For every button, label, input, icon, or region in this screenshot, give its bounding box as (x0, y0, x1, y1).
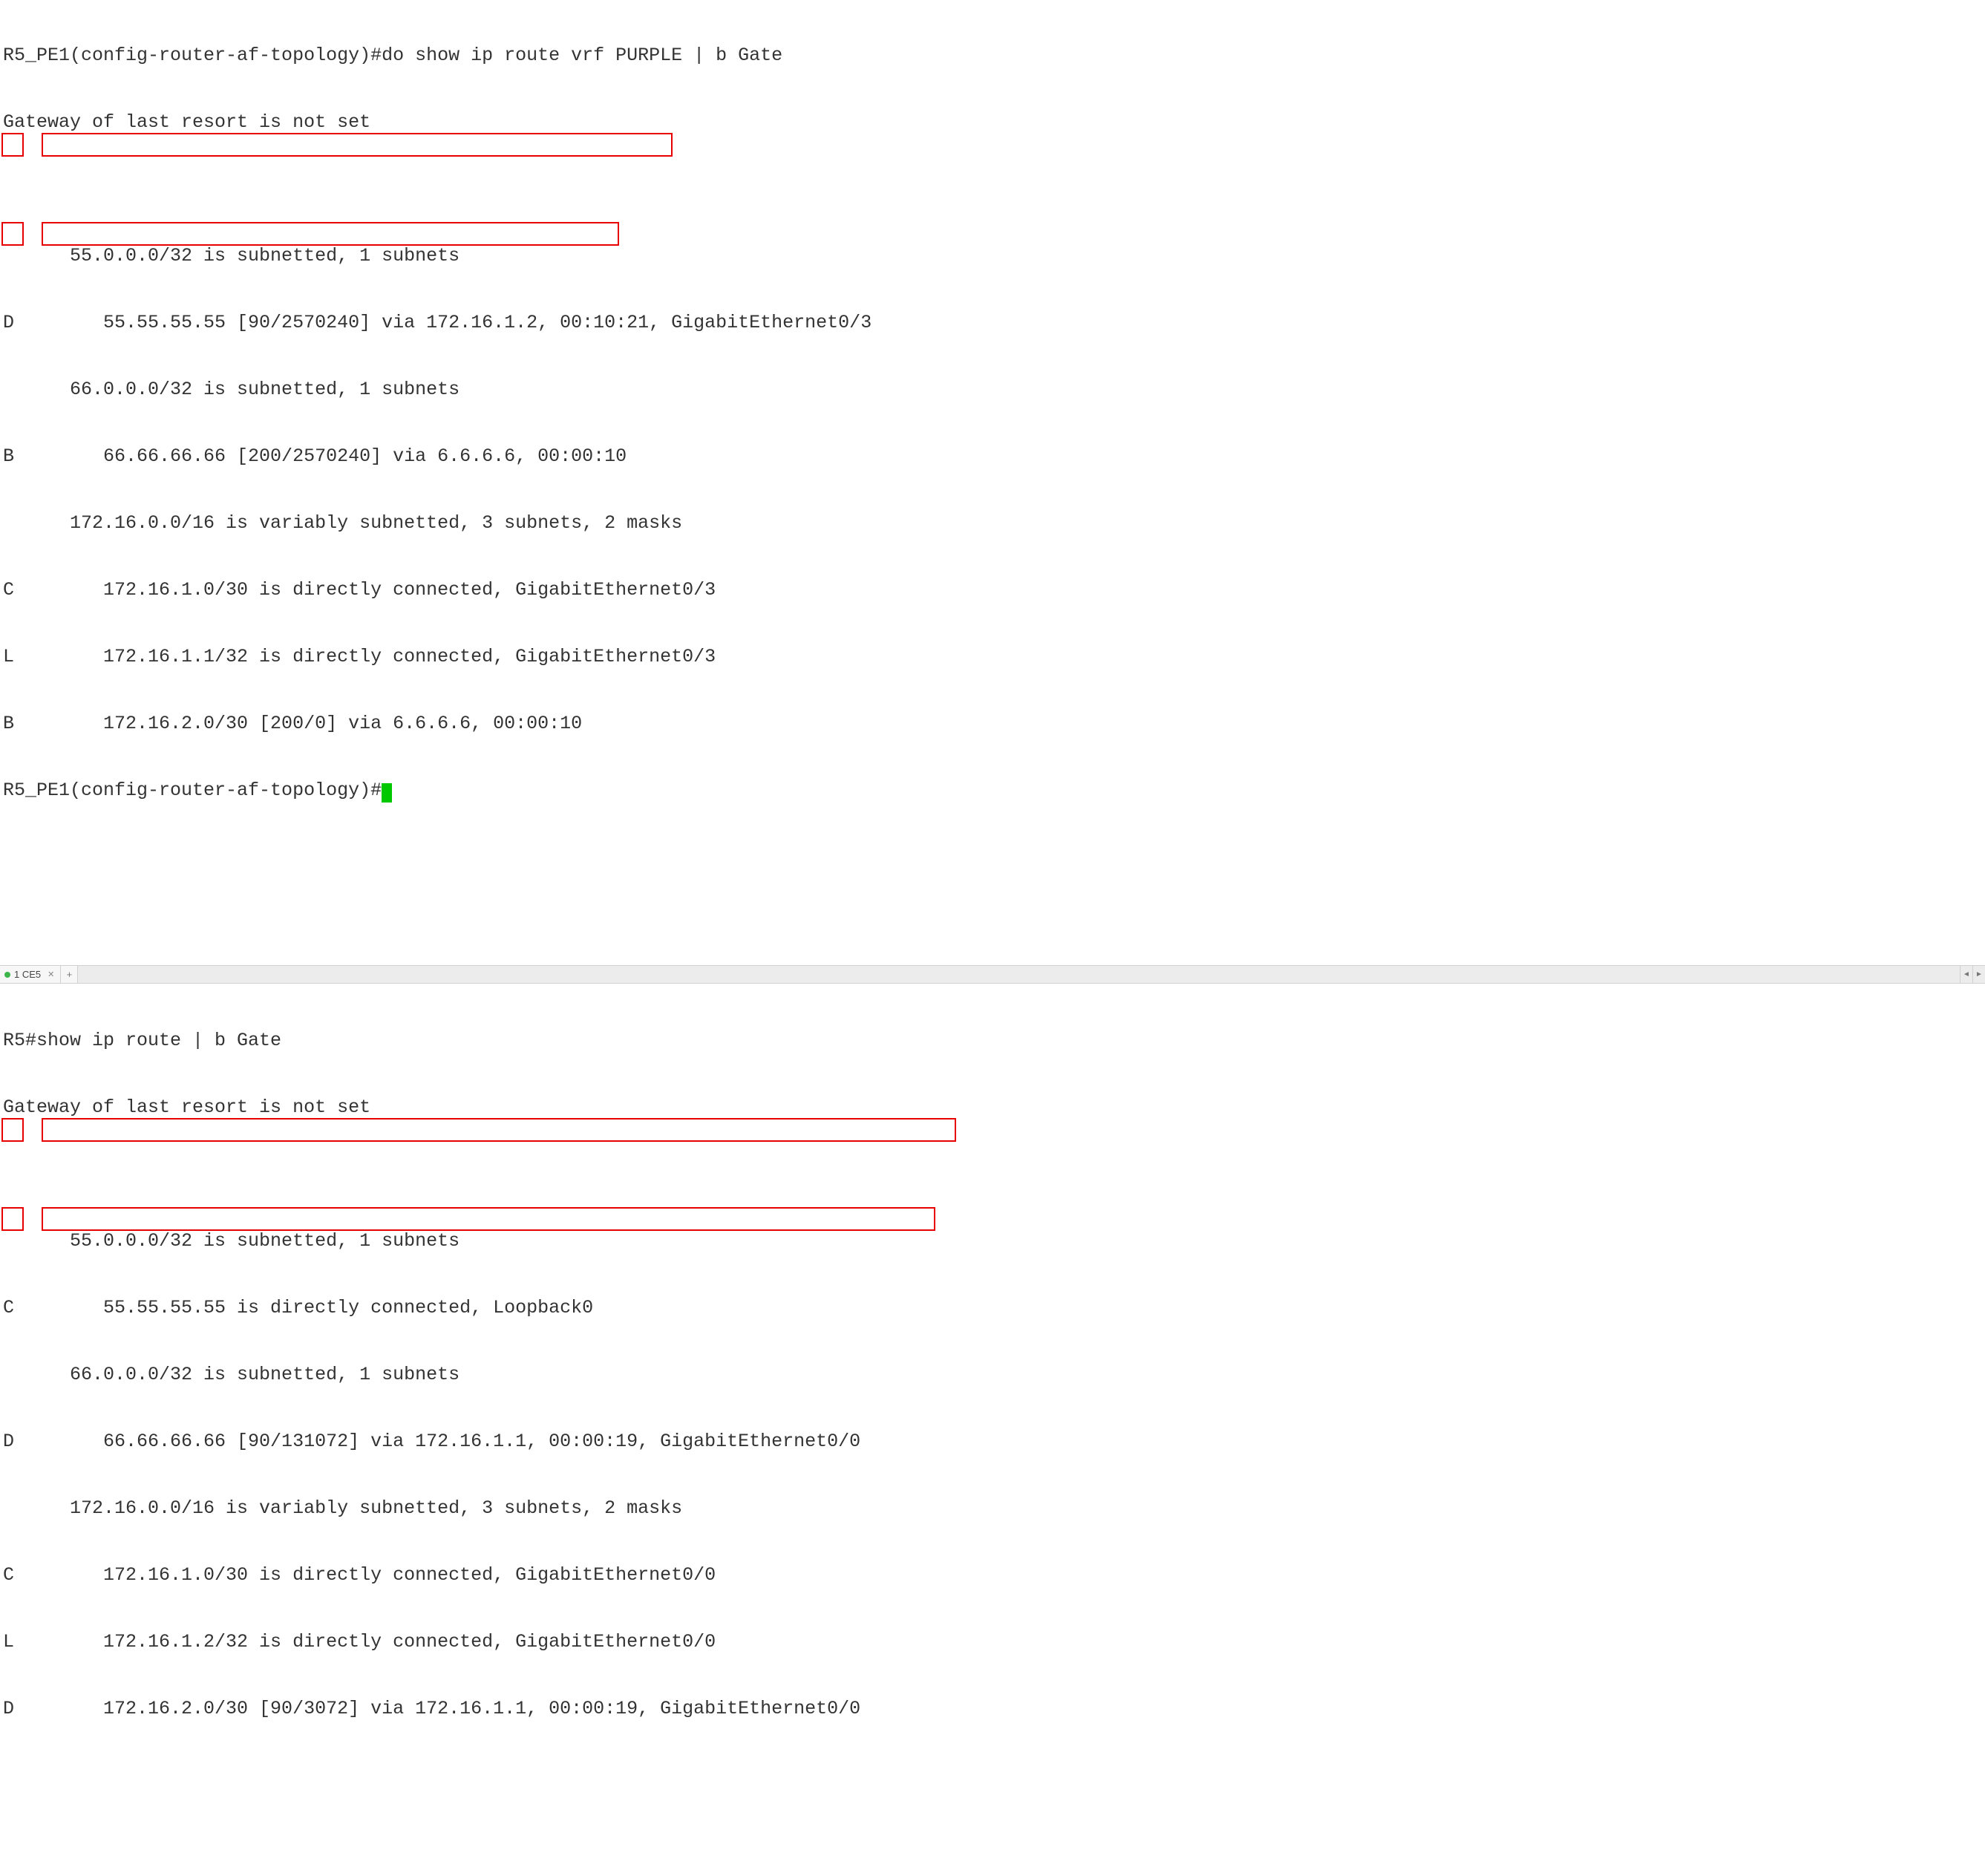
blank-line (3, 1163, 1985, 1186)
gateway-line: Gateway of last resort is not set (3, 1096, 1985, 1119)
highlight-box (1, 133, 24, 157)
highlight-box (42, 1207, 935, 1231)
tab-ce5[interactable]: 1 CE5 ✕ (0, 966, 61, 983)
scroll-left-icon[interactable]: ◄ (1960, 966, 1972, 983)
highlight-box (1, 222, 24, 246)
prompt-line[interactable]: R5_PE1(config-router-af-topology)# (3, 780, 1985, 802)
close-icon[interactable]: ✕ (48, 964, 54, 986)
terminal-top[interactable]: R5_PE1(config-router-af-topology)#do sho… (0, 0, 1985, 958)
gateway-line: Gateway of last resort is not set (3, 111, 1985, 134)
tab-bar: 1 CE5 ✕ + ◄ ► (0, 965, 1985, 984)
blank-line (3, 178, 1985, 200)
prompt-text: R5_PE1(config-router-af-topology)# (3, 780, 382, 801)
route-line: 55.0.0.0/32 is subnetted, 1 subnets (3, 1230, 1985, 1252)
route-line: L 172.16.1.1/32 is directly connected, G… (3, 646, 1985, 668)
route-line: D 66.66.66.66 [90/131072] via 172.16.1.1… (3, 1431, 1985, 1453)
route-line: D 172.16.2.0/30 [90/3072] via 172.16.1.1… (3, 1698, 1985, 1720)
highlight-box (42, 1118, 956, 1142)
route-line: C 172.16.1.0/30 is directly connected, G… (3, 579, 1985, 601)
route-line: 172.16.0.0/16 is variably subnetted, 3 s… (3, 1497, 1985, 1520)
cursor (382, 783, 392, 803)
tab-scroll-controls: ◄ ► (1960, 966, 1985, 983)
route-line: 66.0.0.0/32 is subnetted, 1 subnets (3, 1364, 1985, 1386)
highlight-box (42, 133, 673, 157)
route-line: C 55.55.55.55 is directly connected, Loo… (3, 1297, 1985, 1319)
route-line: B 172.16.2.0/30 [200/0] via 6.6.6.6, 00:… (3, 713, 1985, 735)
route-line: 172.16.0.0/16 is variably subnetted, 3 s… (3, 512, 1985, 535)
route-line: 66.0.0.0/32 is subnetted, 1 subnets (3, 379, 1985, 401)
status-dot-icon (4, 972, 10, 978)
highlight-box (1, 1207, 24, 1231)
highlight-box (1, 1118, 24, 1142)
route-line: 55.0.0.0/32 is subnetted, 1 subnets (3, 245, 1985, 267)
highlight-box (42, 222, 619, 246)
route-line: B 66.66.66.66 [200/2570240] via 6.6.6.6,… (3, 445, 1985, 468)
cmd-line: R5_PE1(config-router-af-topology)#do sho… (3, 45, 1985, 67)
cmd-line: R5#show ip route | b Gate (3, 1030, 1985, 1052)
route-line: D 55.55.55.55 [90/2570240] via 172.16.1.… (3, 312, 1985, 334)
route-line: C 172.16.1.0/30 is directly connected, G… (3, 1564, 1985, 1586)
tab-label: 1 CE5 (14, 964, 41, 986)
new-tab-button[interactable]: + (61, 966, 78, 983)
scroll-right-icon[interactable]: ► (1972, 966, 1985, 983)
terminal-bottom[interactable]: R5#show ip route | b Gate Gateway of las… (0, 985, 1985, 1876)
route-line: L 172.16.1.2/32 is directly connected, G… (3, 1631, 1985, 1653)
